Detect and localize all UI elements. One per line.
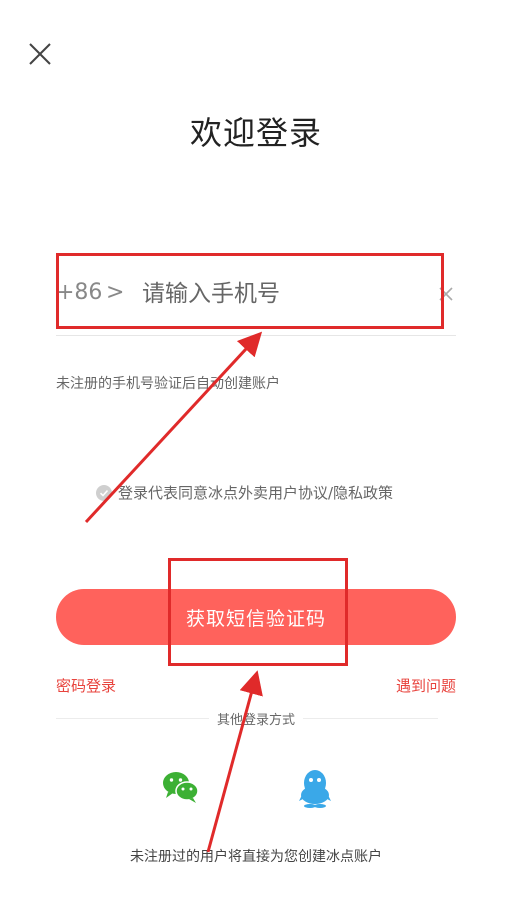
close-icon <box>29 43 51 65</box>
other-login-label: 其他登录方式 <box>0 709 512 728</box>
clear-icon <box>439 287 453 301</box>
annotation-arrow-sms <box>206 670 263 853</box>
problem-link[interactable]: 遇到问题 <box>396 675 456 696</box>
wechat-icon <box>163 772 199 803</box>
register-hint: 未注册的手机号验证后自动创建账户 <box>56 376 280 392</box>
agreement-text[interactable]: 登录代表同意冰点外卖用户协议/隐私政策 <box>118 482 393 503</box>
page-title: 欢迎登录 <box>189 114 322 152</box>
check-circle-icon[interactable] <box>96 484 112 501</box>
phone-input-row: +86 > <box>56 268 456 328</box>
wechat-login-button[interactable] <box>162 770 200 804</box>
country-code[interactable]: +86 <box>56 280 102 305</box>
password-login-link[interactable]: 密码登录 <box>56 675 116 696</box>
qq-login-button[interactable] <box>298 768 332 808</box>
input-divider <box>56 335 456 336</box>
footer-note: 未注册过的用户将直接为您创建冰点账户 <box>130 849 382 865</box>
qq-icon <box>299 770 331 808</box>
country-code-arrow[interactable]: > <box>106 280 124 305</box>
phone-input[interactable] <box>142 276 412 312</box>
agreement-row: 登录代表同意冰点外卖用户协议/隐私政策 <box>96 482 393 503</box>
close-button[interactable] <box>26 40 54 68</box>
clear-input-button[interactable] <box>436 284 456 304</box>
get-sms-code-button[interactable]: 获取短信验证码 <box>56 589 456 645</box>
